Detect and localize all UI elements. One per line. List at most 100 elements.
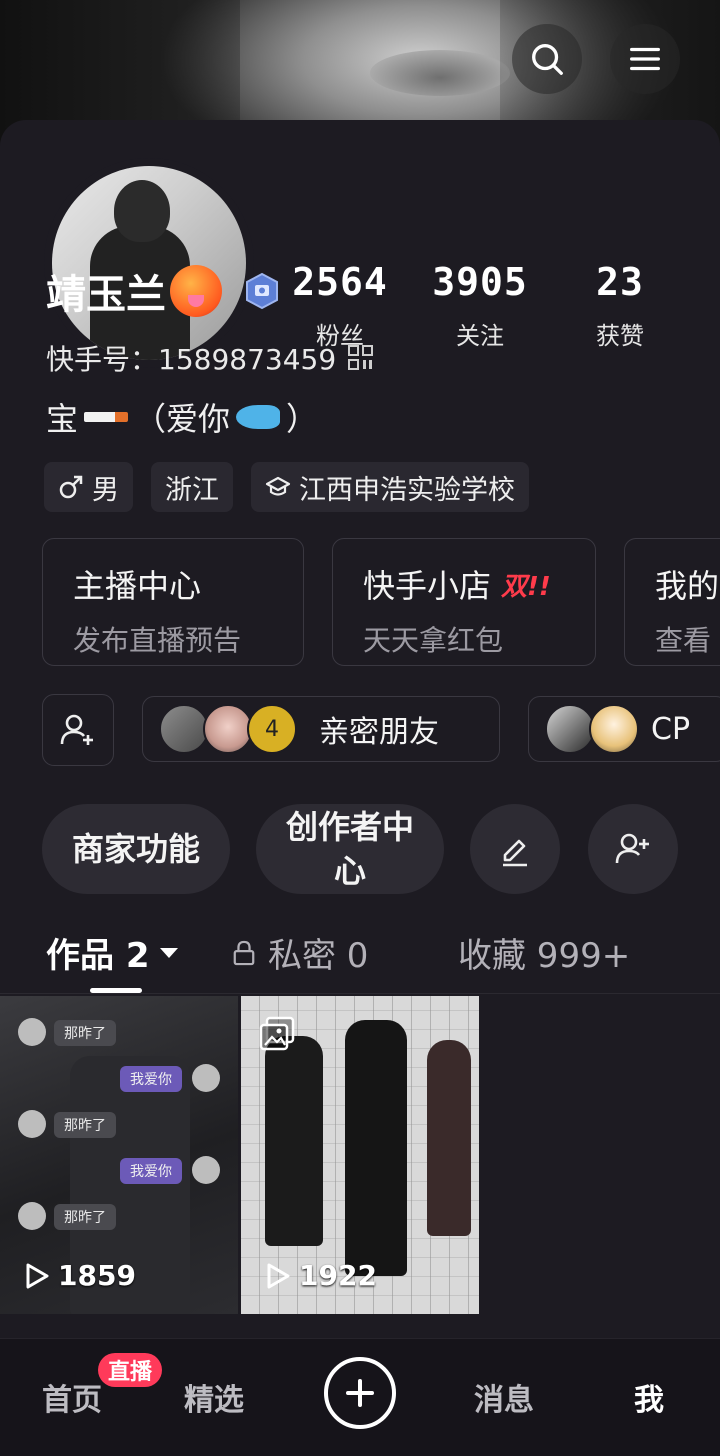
- male-icon: [59, 475, 83, 499]
- nav-me[interactable]: 我: [634, 1375, 664, 1419]
- plus-icon: [346, 1379, 374, 1407]
- live-badge[interactable]: 直播: [98, 1353, 163, 1387]
- chat-bubble: 我爱你: [120, 1066, 182, 1092]
- search-icon: [532, 44, 563, 75]
- qr-code-icon[interactable]: [348, 345, 374, 371]
- bio: 宝 （爱你 ）: [46, 394, 318, 440]
- chat-avatar: [18, 1018, 46, 1046]
- verified-badge-icon[interactable]: [244, 272, 280, 310]
- tab-label: 收藏 999+: [458, 936, 631, 976]
- tag-location[interactable]: 浙江: [151, 462, 233, 512]
- play-count: 1922: [265, 1259, 377, 1292]
- tab-label: 私密 0: [268, 936, 369, 976]
- chat-avatar: [18, 1202, 46, 1230]
- edit-profile-button[interactable]: [470, 804, 560, 894]
- nav-messages[interactable]: 消息: [474, 1375, 534, 1419]
- banner-photo-detail: [370, 50, 510, 96]
- bio-text: ）: [286, 400, 319, 438]
- play-count-value: 1922: [299, 1259, 377, 1292]
- account-id: 快手号：1589873459: [46, 343, 337, 376]
- add-user-icon: [615, 833, 649, 864]
- cp-avatar: [545, 704, 595, 754]
- service-title: 我的: [655, 567, 720, 605]
- thumbnail-figure: [427, 1040, 471, 1236]
- tab-works[interactable]: 作品 2: [46, 928, 178, 977]
- merchant-functions-button[interactable]: 商家功能: [42, 804, 230, 894]
- cp-avatar: [589, 704, 639, 754]
- play-icon: [26, 1263, 49, 1288]
- tag-gender[interactable]: 男: [44, 462, 133, 512]
- cp-card[interactable]: CP: [528, 696, 720, 762]
- caret-down-icon: [159, 947, 178, 958]
- service-title-row: 快手小店 双!!: [363, 561, 595, 607]
- friend-count-badge: 4: [247, 704, 297, 754]
- stat-label: 关注: [456, 322, 504, 350]
- gallery-icon: [259, 1016, 295, 1051]
- close-friends-card[interactable]: 4 亲密朋友: [142, 696, 500, 762]
- chat-avatar: [192, 1064, 220, 1092]
- creator-center-label: 创作者中: [285, 808, 414, 846]
- search-button[interactable]: [512, 24, 582, 94]
- service-title: 快手小店: [363, 567, 492, 605]
- tag-label: 江西申浩实验学校: [299, 474, 515, 506]
- bio-text: （爱你: [134, 400, 231, 438]
- play-count: 1859: [24, 1259, 136, 1292]
- photo-thumbnail[interactable]: 1922: [241, 996, 479, 1314]
- nickname-row: 靖玉兰: [46, 262, 280, 320]
- service-subtitle: 查看: [655, 624, 712, 657]
- play-count-value: 1859: [58, 1259, 136, 1292]
- stat-following[interactable]: 3905 关注: [410, 260, 550, 351]
- add-user-icon: [60, 714, 93, 745]
- chat-avatar: [18, 1110, 46, 1138]
- thumbnail-figure: [345, 1020, 407, 1276]
- tab-favorites[interactable]: 收藏 999+: [458, 928, 630, 977]
- service-subtitle: 发布直播预告: [73, 624, 242, 657]
- stat-value: 3905: [432, 260, 528, 304]
- active-tab-indicator: [90, 988, 142, 993]
- add-friend-button[interactable]: [42, 694, 114, 766]
- tab-label: 作品 2: [46, 936, 150, 976]
- chat-bubble: 那昨了: [54, 1112, 116, 1138]
- avatar-figure: [114, 180, 170, 242]
- creator-center-label: 心: [333, 852, 366, 890]
- chat-avatar: [192, 1156, 220, 1184]
- hot-face-emoji-icon: [170, 265, 222, 317]
- stat-label: 获赞: [596, 322, 644, 350]
- tab-private[interactable]: 私密 0: [232, 928, 368, 977]
- hamburger-menu-icon: [630, 47, 660, 71]
- merchant-functions-label: 商家功能: [71, 830, 200, 868]
- edit-pencil-icon: [503, 839, 527, 867]
- account-id-row[interactable]: 快手号：1589873459: [46, 338, 374, 378]
- stat-likes[interactable]: 23 获赞: [550, 260, 690, 351]
- school-icon: [265, 476, 291, 496]
- bio-text: 宝: [46, 400, 79, 438]
- service-card-shop[interactable]: 快手小店 双!! 天天拿红包: [332, 538, 596, 666]
- works-grid: 那昨了 我爱你 那昨了 我爱你 那昨了 1859 1922: [0, 996, 720, 1314]
- promo-label: 双!!: [501, 571, 551, 602]
- nav-home[interactable]: 首页: [42, 1375, 102, 1419]
- menu-button[interactable]: [610, 24, 680, 94]
- service-cards: 主播中心 发布直播预告 快手小店 双!! 天天拿红包 我的 查看: [42, 538, 720, 668]
- fish-emoji-icon: [236, 405, 281, 429]
- friend-avatar: [159, 704, 209, 754]
- nickname: 靖玉兰: [46, 272, 166, 318]
- chat-bubble: 那昨了: [54, 1204, 116, 1230]
- stat-value: 2564: [292, 260, 388, 304]
- play-icon: [267, 1263, 290, 1288]
- chat-bubble: 我爱你: [120, 1158, 182, 1184]
- video-thumbnail[interactable]: 那昨了 我爱你 那昨了 我爱你 那昨了 1859: [0, 996, 238, 1314]
- nav-featured[interactable]: 精选: [184, 1375, 244, 1419]
- bottom-navigation: 首页 直播 精选 消息 我: [0, 1338, 720, 1456]
- creator-center-button[interactable]: 创作者中 心: [256, 804, 444, 894]
- service-card-mine[interactable]: 我的 查看: [624, 538, 720, 666]
- find-friends-button[interactable]: [588, 804, 678, 894]
- content-tabs: 作品 2 私密 0 收藏 999+: [0, 918, 720, 994]
- service-title: 主播中心: [73, 567, 202, 605]
- create-post-button[interactable]: [324, 1357, 396, 1429]
- close-friends-label: 亲密朋友: [319, 715, 439, 750]
- tag-label: 浙江: [165, 474, 219, 506]
- cigarette-emoji-icon: [84, 412, 129, 422]
- tag-school[interactable]: 江西申浩实验学校: [251, 462, 529, 512]
- service-card-streamer-center[interactable]: 主播中心 发布直播预告: [42, 538, 304, 666]
- stat-value: 23: [596, 260, 644, 304]
